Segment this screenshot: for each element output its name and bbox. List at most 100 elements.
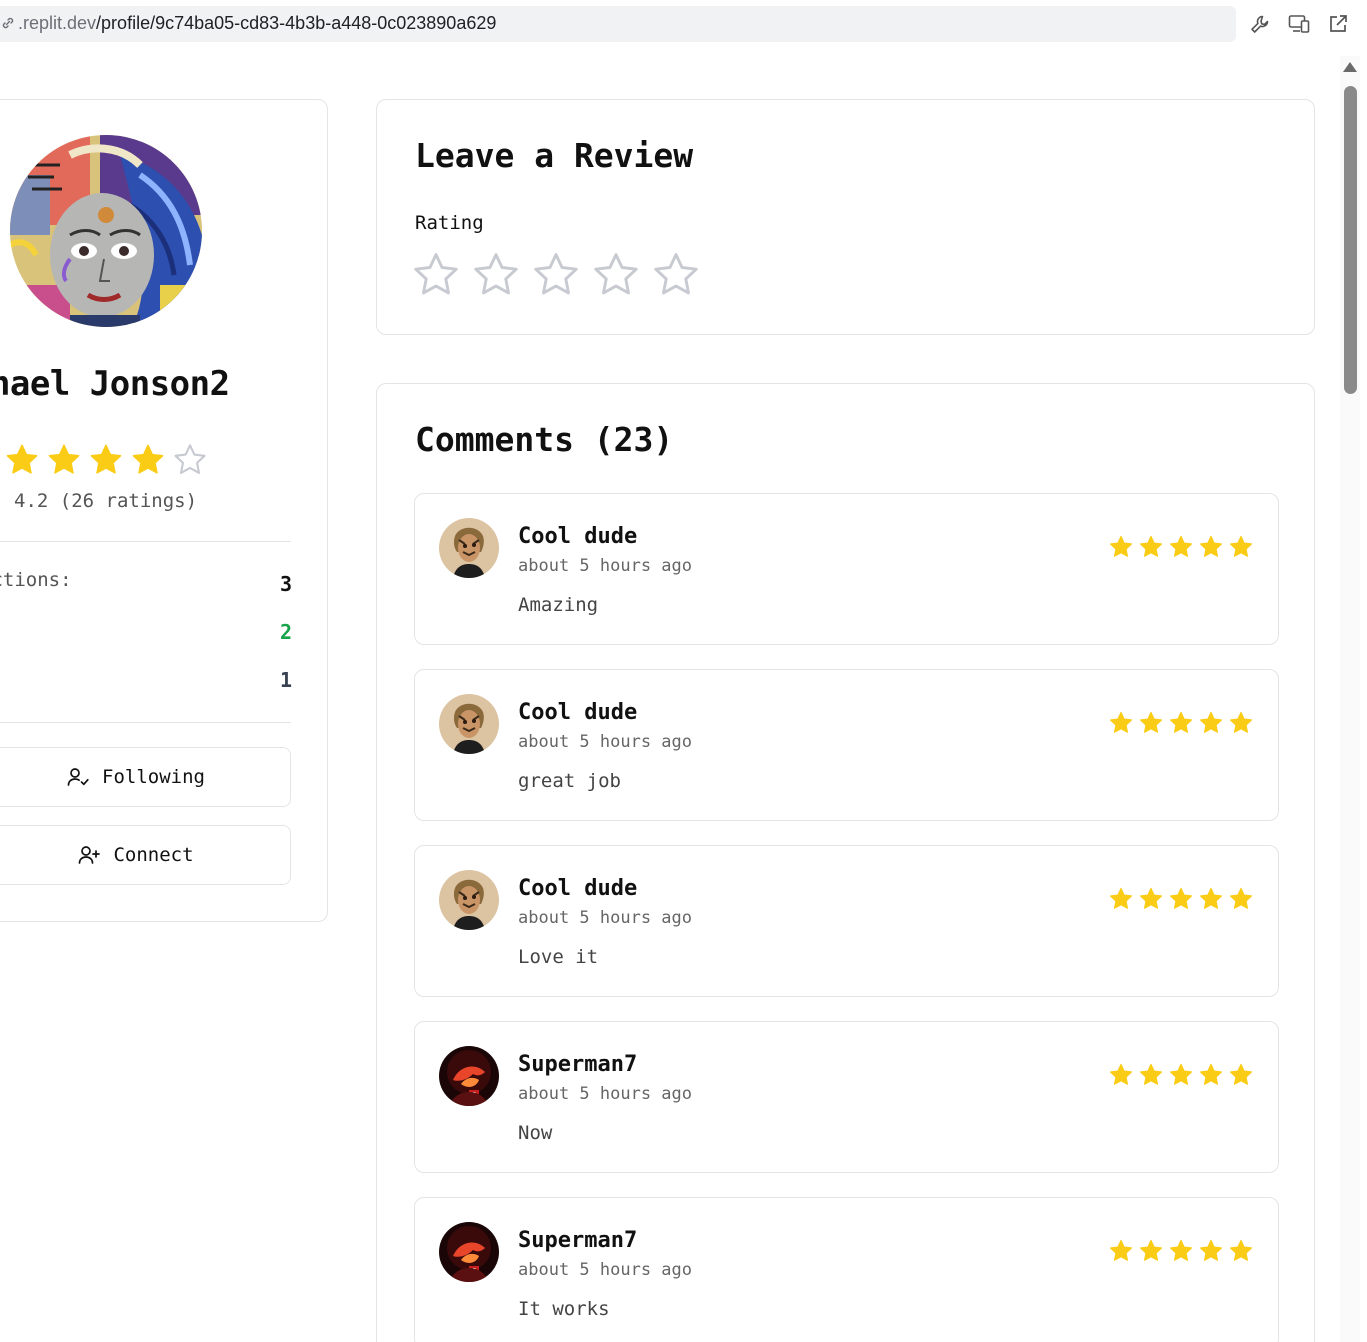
star-filled-icon bbox=[132, 444, 164, 474]
review-title: Leave a Review bbox=[415, 136, 694, 175]
comment-avatar[interactable] bbox=[439, 1222, 499, 1282]
profile-avatar bbox=[10, 135, 202, 327]
superman-avatar-image bbox=[439, 1046, 499, 1106]
star-filled-icon bbox=[1169, 535, 1193, 557]
profile-divider bbox=[0, 722, 291, 723]
superman-avatar-image bbox=[439, 1222, 499, 1282]
profile-avatar-art bbox=[10, 135, 202, 327]
star-filled-icon bbox=[1169, 1063, 1193, 1085]
star-filled-icon bbox=[1199, 1063, 1223, 1085]
comment-author[interactable]: Superman7 bbox=[518, 1052, 637, 1077]
rating-star-4-icon[interactable] bbox=[591, 250, 641, 300]
star-filled-icon bbox=[1139, 1063, 1163, 1085]
star-filled-icon bbox=[1169, 711, 1193, 733]
user-plus-icon bbox=[79, 846, 101, 864]
comment-author[interactable]: Cool dude bbox=[518, 700, 637, 725]
wrench-icon[interactable] bbox=[1248, 12, 1272, 36]
comment-text: Love it bbox=[518, 946, 599, 968]
comment-star-rating bbox=[1108, 1062, 1254, 1088]
star-filled-icon bbox=[1229, 1063, 1253, 1085]
star-filled-icon bbox=[1199, 1239, 1223, 1261]
rating-label: Rating bbox=[415, 212, 484, 234]
comment-timestamp: about 5 hours ago bbox=[518, 908, 692, 928]
rating-star-2-icon[interactable] bbox=[471, 250, 521, 300]
review-star-input bbox=[411, 250, 701, 300]
stat-label-auctions: uctions: bbox=[0, 569, 72, 591]
review-card: Leave a Review Rating bbox=[376, 99, 1315, 335]
comment-card: Superman7 about 5 hours ago Now bbox=[414, 1021, 1279, 1173]
star-filled-icon bbox=[48, 444, 80, 474]
following-label: Following bbox=[102, 766, 205, 788]
star-filled-icon bbox=[1199, 711, 1223, 733]
star-filled-icon bbox=[1139, 887, 1163, 909]
comment-text: Amazing bbox=[518, 594, 599, 616]
star-filled-icon bbox=[6, 444, 38, 474]
profile-divider bbox=[0, 541, 291, 542]
comment-timestamp: about 5 hours ago bbox=[518, 732, 692, 752]
comment-card: Cool dude about 5 hours ago great job bbox=[414, 669, 1279, 821]
star-filled-icon bbox=[1169, 1239, 1193, 1261]
star-filled-icon bbox=[90, 444, 122, 474]
star-filled-icon bbox=[1199, 887, 1223, 909]
connect-button[interactable]: Connect bbox=[0, 825, 291, 885]
connect-label: Connect bbox=[113, 844, 194, 866]
comment-timestamp: about 5 hours ago bbox=[518, 1260, 692, 1280]
star-filled-icon bbox=[1109, 711, 1133, 733]
comment-text: Now bbox=[518, 1122, 553, 1144]
comment-star-rating bbox=[1108, 534, 1254, 560]
star-filled-icon bbox=[1229, 711, 1253, 733]
comment-timestamp: about 5 hours ago bbox=[518, 1084, 692, 1104]
user-check-icon bbox=[67, 768, 89, 786]
star-filled-icon bbox=[1169, 887, 1193, 909]
star-filled-icon bbox=[1109, 1239, 1133, 1261]
external-link-icon[interactable] bbox=[1326, 12, 1350, 36]
stat-value-3: 1 bbox=[279, 668, 292, 692]
comment-card: Superman7 about 5 hours ago It works bbox=[414, 1197, 1279, 1342]
browser-url-bar: .replit.dev/profile/9c74ba05-cd83-4b3b-a… bbox=[0, 0, 1367, 50]
star-filled-icon bbox=[1229, 1239, 1253, 1261]
following-button[interactable]: Following bbox=[0, 747, 291, 807]
comment-author[interactable]: Cool dude bbox=[518, 524, 637, 549]
comments-title: Comments (23) bbox=[415, 420, 674, 459]
star-filled-icon bbox=[1199, 535, 1223, 557]
star-filled-icon bbox=[1139, 711, 1163, 733]
profile-rating-text: 4.2 (26 ratings) bbox=[14, 490, 198, 512]
comment-star-rating bbox=[1108, 710, 1254, 736]
comment-card: Cool dude about 5 hours ago Amazing bbox=[414, 493, 1279, 645]
comment-avatar[interactable] bbox=[439, 694, 499, 754]
link-icon bbox=[2, 17, 14, 29]
stat-value-1: 3 bbox=[279, 572, 292, 596]
url-path: /profile/9c74ba05-cd83-4b3b-a448-0c02389… bbox=[96, 13, 497, 33]
comment-avatar[interactable] bbox=[439, 870, 499, 930]
comment-star-rating bbox=[1108, 886, 1254, 912]
devices-icon[interactable] bbox=[1287, 12, 1311, 36]
star-filled-icon bbox=[1139, 1239, 1163, 1261]
url-host: .replit.dev bbox=[18, 13, 97, 33]
star-filled-icon bbox=[1139, 535, 1163, 557]
comment-card: Cool dude about 5 hours ago Love it bbox=[414, 845, 1279, 997]
rating-star-3-icon[interactable] bbox=[531, 250, 581, 300]
cool-dude-avatar-image bbox=[439, 694, 499, 754]
comment-avatar[interactable] bbox=[439, 1046, 499, 1106]
rating-star-5-icon[interactable] bbox=[651, 250, 701, 300]
scroll-up-arrow-icon[interactable] bbox=[1343, 62, 1357, 72]
comment-author[interactable]: Cool dude bbox=[518, 876, 637, 901]
comments-list: Cool dude about 5 hours ago Amazing Cool du… bbox=[414, 493, 1279, 1342]
star-filled-icon bbox=[1109, 887, 1133, 909]
comments-card: Comments (23) Cool dude about 5 hours ago… bbox=[376, 383, 1315, 1342]
cool-dude-avatar-image bbox=[439, 870, 499, 930]
profile-star-rating bbox=[4, 442, 208, 478]
comment-text: great job bbox=[518, 770, 621, 792]
comment-timestamp: about 5 hours ago bbox=[518, 556, 692, 576]
star-filled-icon bbox=[1109, 1063, 1133, 1085]
comment-author[interactable]: Superman7 bbox=[518, 1228, 637, 1253]
star-filled-icon bbox=[1229, 887, 1253, 909]
url-text[interactable]: .replit.dev/profile/9c74ba05-cd83-4b3b-a… bbox=[18, 13, 496, 34]
rating-star-1-icon[interactable] bbox=[411, 250, 461, 300]
comment-avatar[interactable] bbox=[439, 518, 499, 578]
star-empty-icon bbox=[174, 444, 206, 474]
comment-text: It works bbox=[518, 1298, 610, 1320]
scrollbar-thumb[interactable] bbox=[1344, 86, 1357, 394]
profile-name: ichael Jonson2 bbox=[0, 364, 230, 404]
comment-star-rating bbox=[1108, 1238, 1254, 1264]
